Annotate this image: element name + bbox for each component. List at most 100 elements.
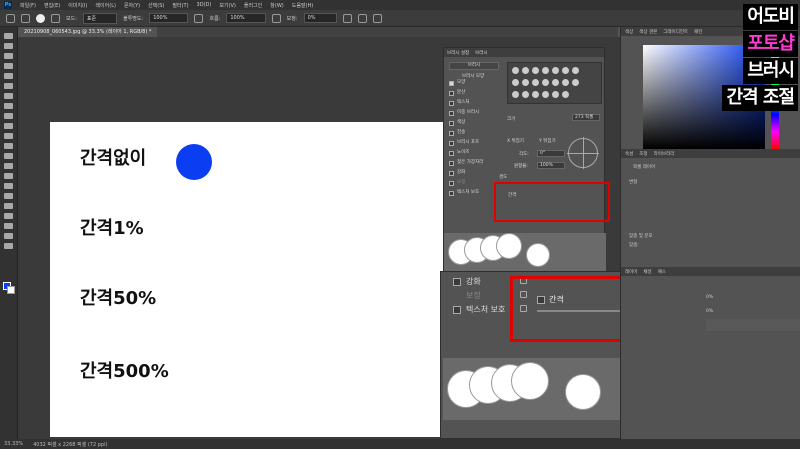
tab-gradients[interactable]: 그레이디언트	[663, 29, 688, 35]
airbrush-icon[interactable]	[271, 13, 281, 23]
menu-type[interactable]: 문자(Y)	[124, 2, 140, 9]
blur-tool-icon[interactable]	[4, 163, 13, 169]
home-icon[interactable]	[6, 13, 15, 23]
flip-x-checkbox[interactable]: X 뒤집기	[507, 138, 524, 144]
brush-option-shape[interactable]: 모양	[449, 78, 504, 88]
smoothing-field[interactable]: 0%	[303, 13, 337, 23]
checkbox[interactable]	[449, 170, 454, 176]
checkbox[interactable]	[449, 120, 454, 126]
spacing-checkbox[interactable]	[537, 296, 545, 304]
marquee-tool-icon[interactable]	[4, 43, 13, 49]
brush-tool-icon[interactable]	[21, 13, 30, 23]
history-brush-tool-icon[interactable]	[4, 133, 13, 139]
more-tools-icon[interactable]	[4, 243, 13, 249]
brush-settings-icon[interactable]	[51, 13, 60, 23]
checkbox[interactable]	[449, 150, 454, 156]
brush-tool-icon[interactable]	[4, 113, 13, 119]
tab-channels[interactable]: 채널	[643, 269, 651, 275]
flip-y-checkbox[interactable]: Y 뒤집기	[539, 138, 556, 144]
tab-libraries[interactable]: 라이브러리	[654, 151, 675, 157]
checkbox[interactable]	[449, 130, 454, 136]
brush-option-pose[interactable]: 브러시 포즈	[449, 138, 504, 148]
menu-select[interactable]: 선택(S)	[148, 2, 164, 9]
symmetry-icon[interactable]	[372, 13, 382, 23]
size-field[interactable]: 273 픽셀	[572, 114, 600, 121]
checkbox[interactable]	[449, 90, 454, 96]
tab-layers[interactable]: 레이어	[625, 269, 637, 275]
zoom-row-protect-texture[interactable]: 텍스처 보호	[453, 304, 505, 315]
tab-brush-settings[interactable]: 브러시 설정	[447, 50, 469, 56]
checkbox[interactable]	[453, 305, 461, 314]
checkbox[interactable]	[453, 277, 461, 286]
brush-option-color[interactable]: 색상	[449, 118, 504, 128]
spacing-label[interactable]: 간격	[549, 294, 564, 305]
brush-tip-grid[interactable]	[507, 62, 602, 104]
pen-tool-icon[interactable]	[4, 183, 13, 189]
mode-select[interactable]: 표준	[82, 12, 118, 24]
brush-option-transfer[interactable]: 전송	[449, 128, 504, 138]
menu-3d[interactable]: 3D(D)	[197, 2, 212, 8]
menu-plugins[interactable]: 플러그인	[244, 2, 262, 9]
tab-adjustments[interactable]: 조정	[639, 151, 647, 157]
path-select-tool-icon[interactable]	[4, 203, 13, 209]
eyedropper-tool-icon[interactable]	[4, 93, 13, 99]
frame-tool-icon[interactable]	[4, 83, 13, 89]
menu-help[interactable]: 도움말(H)	[292, 2, 313, 9]
menu-file[interactable]: 파일(F)	[20, 2, 36, 9]
checkbox[interactable]	[449, 190, 454, 196]
crop-tool-icon[interactable]	[4, 73, 13, 79]
layer-row[interactable]	[706, 319, 800, 331]
dodge-tool-icon[interactable]	[4, 173, 13, 179]
brush-option-dual-brush[interactable]: 이중 브러시	[449, 108, 504, 118]
angle-roundness-widget[interactable]	[567, 137, 599, 169]
move-tool-icon[interactable]	[4, 33, 13, 39]
checkbox[interactable]	[449, 80, 454, 86]
brush-option-noise[interactable]: 노이즈	[449, 148, 504, 158]
rectangle-tool-icon[interactable]	[4, 213, 13, 219]
tab-patterns[interactable]: 패턴	[694, 29, 702, 35]
layer-fill-readout[interactable]: 0%	[706, 309, 713, 314]
healing-brush-tool-icon[interactable]	[4, 103, 13, 109]
checkbox[interactable]	[449, 110, 454, 116]
zoom-readout[interactable]: 33.33%	[4, 441, 23, 447]
checkbox[interactable]	[449, 160, 454, 166]
flow-field[interactable]: 100%	[226, 13, 266, 23]
tab-color[interactable]: 색상	[625, 29, 633, 35]
hand-tool-icon[interactable]	[4, 223, 13, 229]
menu-filter[interactable]: 필터(T)	[172, 2, 188, 9]
brush-option-texture[interactable]: 텍스처	[449, 98, 504, 108]
checkbox[interactable]	[449, 100, 454, 106]
zoom-tool-icon[interactable]	[4, 233, 13, 239]
menu-window[interactable]: 창(W)	[270, 2, 283, 9]
brush-option-wet-edges[interactable]: 젖은 가장자리	[449, 158, 504, 168]
roundness-field[interactable]: 100%	[537, 162, 565, 169]
zoom-row-buildup[interactable]: 강화	[453, 276, 481, 287]
pressure-opacity-icon[interactable]	[194, 13, 204, 23]
background-color-swatch[interactable]	[7, 286, 15, 294]
clone-stamp-tool-icon[interactable]	[4, 123, 13, 129]
layer-opacity-readout[interactable]: 0%	[706, 295, 713, 300]
brush-presets-button[interactable]: 브러시	[449, 62, 499, 70]
document-canvas[interactable]: 간격없이 간격1% 간격50% 간격500%	[50, 122, 462, 437]
tab-properties[interactable]: 속성	[625, 151, 633, 157]
type-tool-icon[interactable]	[4, 193, 13, 199]
menu-image[interactable]: 이미지(I)	[68, 2, 87, 9]
align-section[interactable]: 맞춤 및 분포	[629, 233, 653, 239]
brush-option-scatter[interactable]: 분산	[449, 88, 504, 98]
opacity-field[interactable]: 100%	[149, 13, 189, 23]
transform-section[interactable]: 변형	[629, 179, 637, 185]
brush-option-buildup[interactable]: 강화	[449, 168, 504, 178]
tab-paths[interactable]: 패스	[658, 269, 666, 275]
gear-icon[interactable]	[342, 13, 352, 23]
angle-field[interactable]: 0°	[537, 150, 565, 157]
checkbox[interactable]	[449, 140, 454, 146]
spacing-label-small[interactable]: 간격	[508, 192, 516, 198]
brush-preset-icon[interactable]	[36, 13, 45, 23]
quick-select-tool-icon[interactable]	[4, 63, 13, 69]
tab-swatches[interactable]: 색상 견본	[639, 29, 657, 35]
angle-icon[interactable]	[357, 13, 367, 23]
eraser-tool-icon[interactable]	[4, 143, 13, 149]
tab-brushes[interactable]: 브러시	[475, 50, 487, 56]
lasso-tool-icon[interactable]	[4, 53, 13, 59]
menu-edit[interactable]: 편집(E)	[44, 2, 60, 9]
